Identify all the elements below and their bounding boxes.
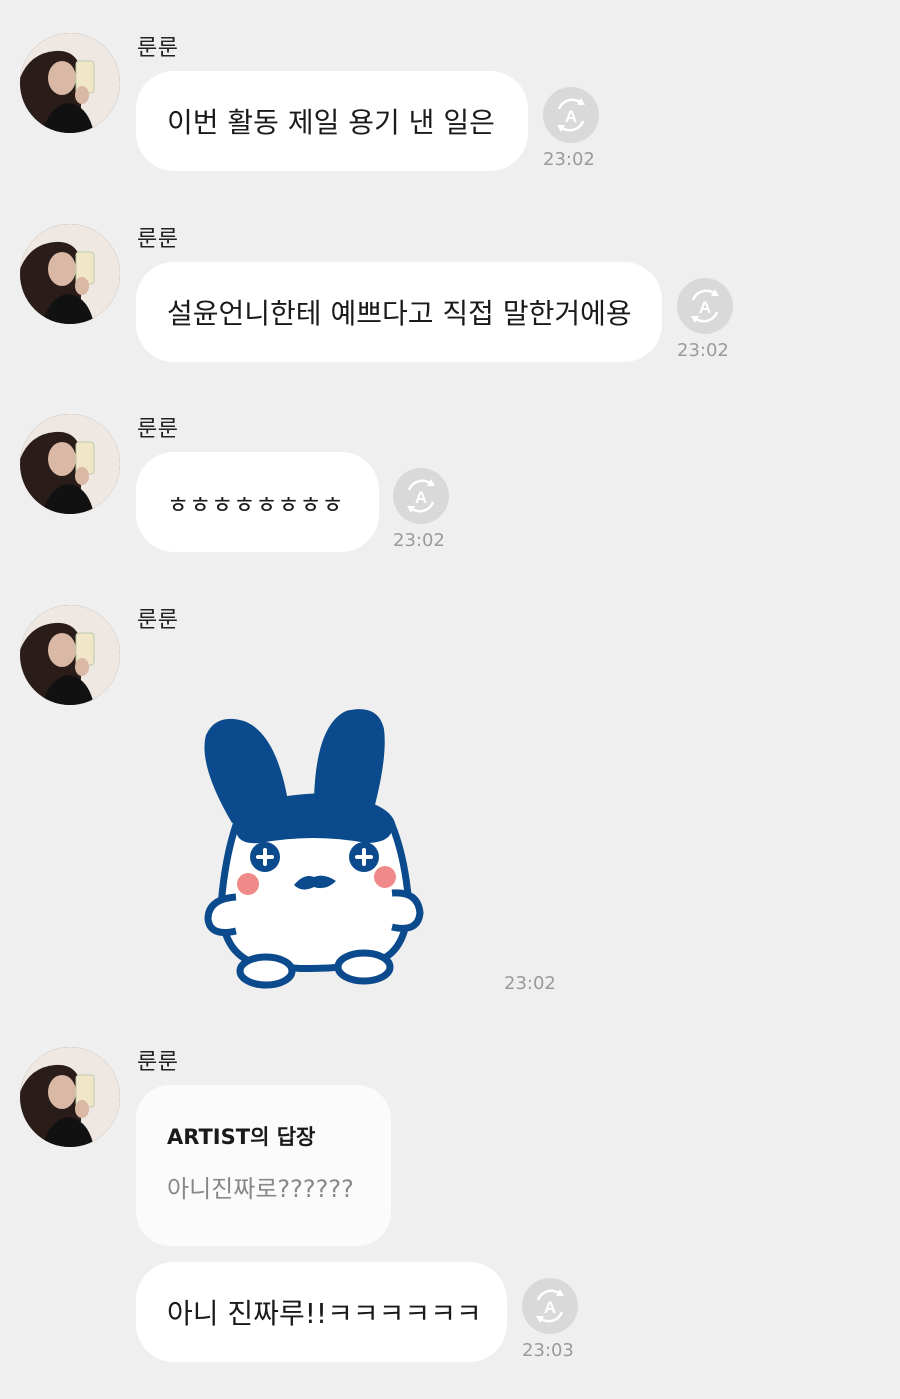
avatar[interactable] (20, 605, 120, 705)
translate-a-icon[interactable]: A (543, 87, 599, 143)
sender-name: 룬룬 (137, 36, 179, 61)
sender-name: 룬룬 (137, 417, 179, 442)
message-text: 이번 활동 제일 용기 낸 일은 (167, 106, 495, 139)
message-text: ㅎㅎㅎㅎㅎㅎㅎㅎ (167, 490, 344, 519)
translate-a-icon[interactable]: A (522, 1278, 578, 1334)
blue-bunny-sticker[interactable] (196, 705, 432, 995)
translate-a-icon[interactable]: A (677, 278, 733, 334)
reply-title: ARTIST의 답장 (167, 1125, 316, 1149)
timestamp: 23:02 (543, 149, 595, 170)
timestamp: 23:02 (504, 973, 556, 994)
message-text: 아니 진짜루!!ㅋㅋㅋㅋㅋㅋ (167, 1297, 482, 1330)
sender-name: 룬룬 (137, 1050, 179, 1075)
svg-text:A: A (544, 1298, 556, 1317)
sender-name: 룬룬 (137, 227, 179, 252)
message-bubble[interactable]: ㅎㅎㅎㅎㅎㅎㅎㅎ (136, 452, 379, 552)
timestamp: 23:03 (522, 1340, 574, 1361)
message-bubble[interactable]: 아니 진짜루!!ㅋㅋㅋㅋㅋㅋ (136, 1262, 507, 1362)
avatar[interactable] (20, 414, 120, 514)
timestamp: 23:02 (393, 530, 445, 551)
timestamp: 23:02 (677, 340, 729, 361)
sender-name: 룬룬 (137, 608, 179, 633)
avatar[interactable] (20, 224, 120, 324)
message-bubble[interactable]: 이번 활동 제일 용기 낸 일은 (136, 71, 528, 171)
svg-text:A: A (699, 298, 711, 317)
reply-quoted-text: 아니진짜로?????? (167, 1175, 354, 1203)
avatar[interactable] (20, 33, 120, 133)
reply-quote-card[interactable]: ARTIST의 답장 아니진짜로?????? (136, 1085, 391, 1246)
avatar[interactable] (20, 1047, 120, 1147)
svg-text:A: A (565, 107, 577, 126)
message-bubble[interactable]: 설윤언니한테 예쁘다고 직접 말한거에용 (136, 262, 662, 362)
translate-a-icon[interactable]: A (393, 468, 449, 524)
message-text: 설윤언니한테 예쁘다고 직접 말한거에용 (167, 297, 632, 330)
svg-text:A: A (415, 488, 427, 507)
